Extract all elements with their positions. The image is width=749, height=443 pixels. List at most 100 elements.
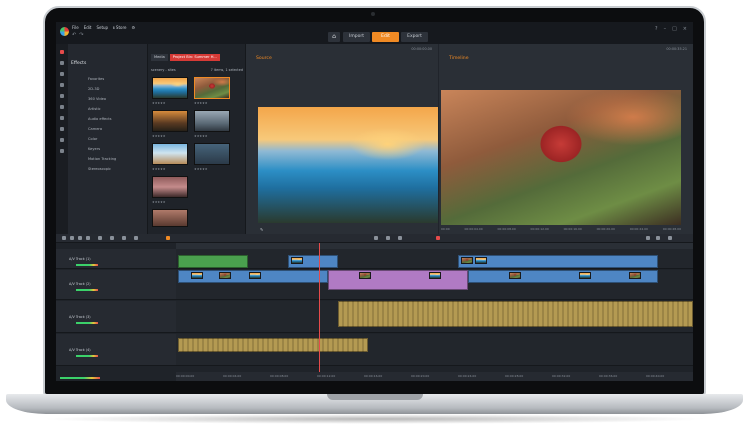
zoom-in-icon[interactable] [656,236,660,240]
media-icon[interactable] [60,61,64,65]
effects-title: Effects [71,61,87,66]
media-thumbnail[interactable] [152,110,188,132]
undo-icon[interactable] [110,236,114,240]
titles-icon[interactable] [60,83,64,87]
media-thumbnail-selected[interactable] [194,77,230,99]
magnet-icon[interactable] [70,236,74,240]
redo-icon[interactable] [122,236,126,240]
effects-item-camera[interactable]: Camera [88,127,102,131]
effects-item-360-video[interactable]: 360 Video [88,97,106,101]
menu-edit[interactable]: Edit [84,25,92,30]
pen-icon[interactable]: ✎ [260,227,263,232]
effects-item-color[interactable]: Color [88,137,97,141]
track-name[interactable]: A/V Track (3) [69,315,91,319]
rating-stars[interactable]: ★★★★★ [194,134,207,138]
menu-store[interactable]: ℹ Store [113,25,126,30]
timeline-clip[interactable] [328,270,468,290]
redo-icon[interactable]: ↷ [79,32,83,38]
track-lane[interactable] [176,270,693,300]
media-thumbnail[interactable] [194,143,230,165]
rating-stars[interactable]: ★★★★★ [152,167,165,171]
library-tab-media[interactable]: Media [151,54,168,61]
ruler-tick: 00:00:24.00 [458,374,477,378]
timeline-bottom-ruler[interactable]: 00:00:00.00 00:00:04.00 00:00:08.00 00:0… [176,372,693,381]
play-icon[interactable] [386,236,390,240]
tab-export[interactable]: Export [401,32,428,42]
library-section-label[interactable]: scenery - sites [151,68,176,72]
menu-file[interactable]: File [72,25,79,30]
media-thumbnail[interactable] [152,209,188,227]
media-thumbnail[interactable] [152,176,188,198]
source-timecode: 00:00:00.00 [411,47,432,51]
source-viewer[interactable] [258,107,438,223]
effects-icon[interactable] [60,50,64,54]
volume-icon[interactable] [60,138,64,142]
minimize-icon[interactable]: – [664,26,667,32]
timeline-clip[interactable] [178,255,248,268]
timeline-clip[interactable] [288,255,338,268]
track-name[interactable]: A/V Track (1) [69,257,91,261]
text-icon[interactable] [60,105,64,109]
timeline-clip[interactable] [458,255,658,268]
rating-stars[interactable]: ★★★★★ [194,167,207,171]
track-lane[interactable] [176,301,693,333]
track-name[interactable]: A/V Track (2) [69,282,91,286]
fit-icon[interactable] [668,236,672,240]
razor-icon[interactable] [78,236,82,240]
library-tab-project-bin[interactable]: Project Bin: Summer H... [169,54,220,61]
sound-icon[interactable] [60,127,64,131]
media-thumbnail[interactable] [152,143,188,165]
montage-icon[interactable] [60,116,64,120]
media-thumbnail[interactable] [194,110,230,132]
effects-item-2d-3d[interactable]: 2D-3D [88,87,99,91]
record-icon[interactable] [436,236,440,240]
next-icon[interactable] [398,236,402,240]
audio-icon[interactable] [60,94,64,98]
audio-waveform-clip[interactable] [178,338,368,352]
effects-item-favorites[interactable]: Favorites [88,77,104,81]
track-name[interactable]: A/V Track (4) [69,348,91,352]
effects-item-artistic[interactable]: Artistic [88,107,101,111]
track-lane[interactable] [176,249,693,269]
ruler-tick: 00:00:16.00 [364,374,383,378]
timeline-player-ruler[interactable]: 00:00 00:00:04.00 00:00:08.00 00:00:12.0… [441,227,681,233]
timeline-viewer[interactable] [441,90,681,225]
transitions-icon[interactable] [60,72,64,76]
timeline-clip[interactable] [468,270,658,283]
delete-icon[interactable] [134,236,138,240]
laptop-mockup: File Edit Setup ℹ Store ⚙ ↶ ↷ ⌂ Import E… [0,0,749,443]
playhead[interactable] [319,243,320,373]
track-lane[interactable] [176,334,693,366]
media-thumbnail[interactable] [152,77,188,99]
timeline: A/V Track (1) A/V Track (2) A/V Track (3… [56,234,693,381]
help-icon[interactable]: ? [655,26,658,32]
effects-item-stereoscopic[interactable]: Stereoscopic [88,167,111,171]
effects-item-motion-tracking[interactable]: Motion Tracking [88,157,116,161]
rating-stars[interactable]: ★★★★★ [152,101,165,105]
library-panel: Media Project Bin: Summer H... scenery -… [148,44,329,239]
rating-stars[interactable]: ★★★★★ [152,134,165,138]
disc-icon[interactable] [60,149,64,153]
menu-settings[interactable]: ⚙ [131,25,135,30]
ruler-tick: 00:00:28.00 [505,374,524,378]
effects-item-keyers[interactable]: Keyers [88,147,100,151]
rating-stars[interactable]: ★★★★★ [152,200,165,204]
timeline-settings-icon[interactable] [62,236,66,240]
effects-item-audio-effects[interactable]: Audio effects [88,117,112,121]
rating-stars[interactable]: ★★★★★ [194,101,207,105]
marker-icon[interactable] [166,236,170,240]
prev-icon[interactable] [374,236,378,240]
app-window: File Edit Setup ℹ Store ⚙ ↶ ↷ ⌂ Import E… [56,22,693,381]
audio-waveform-clip[interactable] [338,301,693,327]
tab-edit[interactable]: Edit [372,32,399,42]
menu-setup[interactable]: Setup [96,25,108,30]
trim-icon[interactable] [98,236,102,240]
split-icon[interactable] [86,236,90,240]
close-icon[interactable]: × [683,26,687,32]
zoom-out-icon[interactable] [646,236,650,240]
home-button[interactable]: ⌂ [328,32,340,42]
timeline-clip[interactable] [178,270,328,283]
maximize-icon[interactable]: □ [672,26,677,32]
undo-icon[interactable]: ↶ [72,32,76,38]
tab-import[interactable]: Import [343,32,370,42]
